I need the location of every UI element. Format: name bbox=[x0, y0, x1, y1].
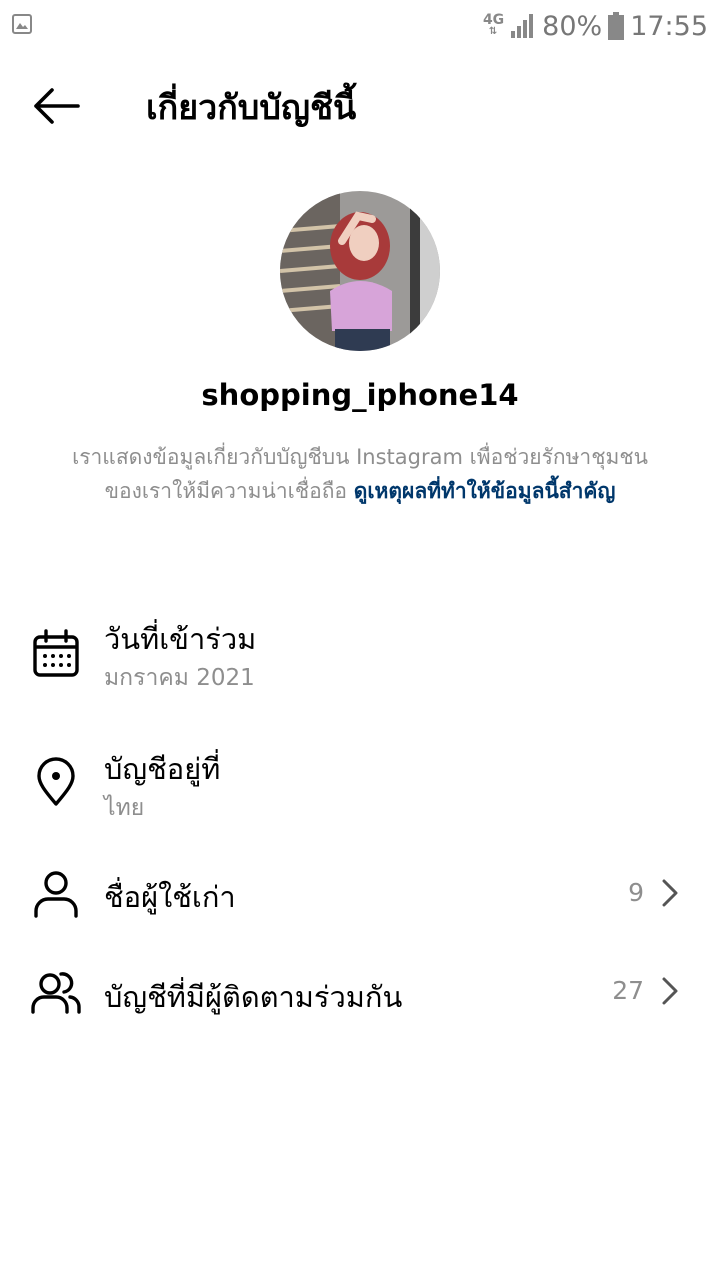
date-joined-row: วันที่เข้าร่วม มกราคม 2021 bbox=[0, 608, 720, 698]
app-bar: เกี่ยวกับบัญชีนี้ bbox=[0, 62, 720, 150]
person-icon bbox=[34, 871, 78, 918]
date-joined-value: มกราคม 2021 bbox=[104, 665, 255, 691]
calendar-icon bbox=[33, 629, 79, 677]
battery-icon bbox=[608, 12, 625, 40]
arrow-left-icon[interactable] bbox=[30, 84, 82, 128]
former-usernames-count: 9 bbox=[628, 878, 644, 907]
info-text: เราแสดงข้อมูลเกี่ยวกับบัญชีบน Instagram … bbox=[70, 440, 650, 508]
signal-icon bbox=[511, 14, 534, 38]
clock: 17:55 bbox=[630, 10, 708, 42]
account-based-in-value: ไทย bbox=[104, 795, 145, 821]
people-icon bbox=[31, 972, 81, 1014]
profile-photo bbox=[280, 191, 440, 351]
mutual-followers-count: 27 bbox=[612, 976, 644, 1005]
account-based-in-title: บัญชีอยู่ที่ bbox=[104, 752, 221, 786]
status-bar: 4G ⇅ 80% 17:55 bbox=[0, 0, 720, 52]
former-usernames-row[interactable]: ชื่อผู้ใช้เก่า 9 bbox=[0, 862, 720, 926]
account-based-in-row: บัญชีอยู่ที่ ไทย bbox=[0, 738, 720, 828]
location-pin-icon bbox=[37, 757, 75, 806]
avatar[interactable] bbox=[280, 191, 440, 351]
battery-percent: 80% bbox=[542, 10, 603, 42]
chevron-right-icon bbox=[662, 977, 678, 1005]
network-type: 4G ⇅ bbox=[482, 12, 505, 37]
gallery-icon bbox=[12, 14, 32, 34]
date-joined-title: วันที่เข้าร่วม bbox=[104, 622, 257, 656]
mutual-followers-row[interactable]: บัญชีที่มีผู้ติดตามร่วมกัน 27 bbox=[0, 960, 720, 1024]
former-usernames-title: ชื่อผู้ใช้เก่า bbox=[104, 880, 236, 914]
status-right: 4G ⇅ 80% 17:55 bbox=[483, 8, 708, 44]
username: shopping_iphone14 bbox=[201, 378, 519, 412]
info-link[interactable]: ดูเหตุผลที่ทำให้ข้อมูลนี้สำคัญ bbox=[354, 479, 616, 503]
page-title: เกี่ยวกับบัญชีนี้ bbox=[146, 88, 357, 128]
mutual-followers-title: บัญชีที่มีผู้ติดตามร่วมกัน bbox=[104, 980, 403, 1014]
chevron-right-icon bbox=[662, 879, 678, 907]
